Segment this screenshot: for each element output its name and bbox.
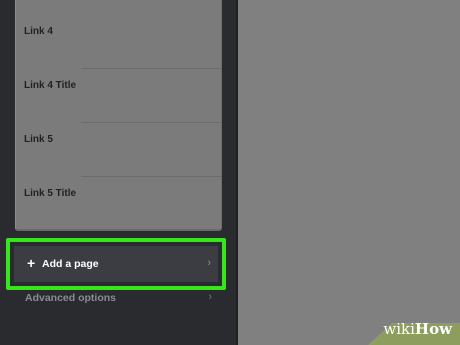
links-panel: Link 4 Link 4 Title Link 5 Link 5 Title [15,0,222,231]
link-row-link-5-title[interactable]: Link 5 Title [16,162,221,216]
link-row-link-4[interactable]: Link 4 [16,0,221,54]
wikihow-watermark: wikiHow [350,305,460,345]
link-label: Link 5 Title [24,188,77,199]
link-row-link-5[interactable]: Link 5 [16,108,221,162]
link-label: Link 4 [24,26,53,37]
sidebar: Link 4 Link 4 Title Link 5 Link 5 Title … [0,0,236,345]
watermark-text: wikiHow [383,320,452,338]
plus-icon: + [27,255,36,271]
chevron-right-icon: › [208,291,212,303]
add-page-label: Add a page [42,258,99,270]
sidebar-divider [236,0,238,345]
link-label: Link 4 Title [24,80,77,91]
divider [81,176,221,177]
link-row-link-4-title[interactable]: Link 4 Title [16,54,221,108]
chevron-right-icon: › [207,257,211,269]
link-label: Link 5 [24,134,53,145]
highlight-frame: + Add a page › [6,238,226,290]
advanced-options-label: Advanced options [25,292,117,304]
divider [81,68,221,69]
divider [81,122,221,123]
add-page-button[interactable]: + Add a page › [14,246,218,282]
advanced-options-link[interactable]: Advanced options › [15,288,220,308]
